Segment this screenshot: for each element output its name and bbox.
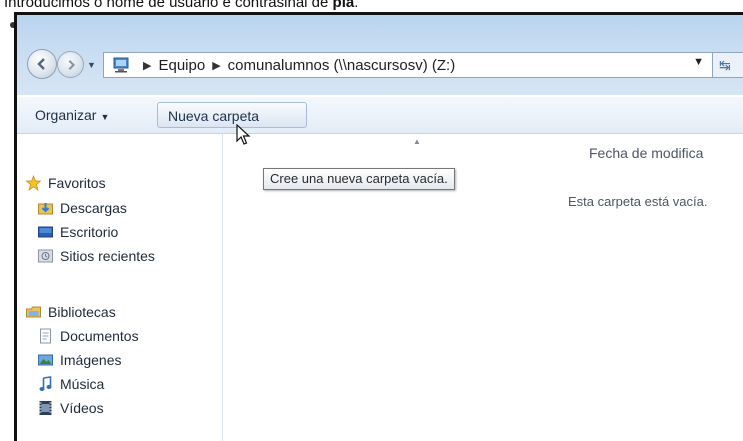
caption: Introducimos o nome de usuario e contras… — [4, 0, 358, 12]
forward-button[interactable] — [57, 51, 84, 78]
explorer-window: ▼ ▶ Equipo ▶ comunalumnos (\\nascursosv)… — [14, 12, 743, 441]
breadcrumb-drive[interactable]: comunalumnos (\\nascursosv) (Z:) — [228, 57, 456, 74]
back-button[interactable] — [27, 49, 57, 79]
nav-item-musica[interactable]: Música — [37, 374, 104, 394]
nav-item-label: Vídeos — [60, 400, 104, 416]
refresh-icon: ↹ — [719, 57, 731, 73]
recent-pages-chevron-icon[interactable]: ▼ — [87, 60, 96, 70]
mouse-cursor-icon — [236, 124, 251, 145]
organize-menu[interactable]: Organizar ▼ — [25, 102, 119, 128]
address-bar[interactable]: ▶ Equipo ▶ comunalumnos (\\nascursosv) (… — [103, 52, 713, 78]
empty-folder-message: Esta carpeta está vacía. — [568, 194, 708, 209]
nav-favorites-label: Favoritos — [48, 175, 106, 191]
music-note-icon — [39, 376, 52, 391]
nav-item-imagenes[interactable]: Imágenes — [37, 350, 121, 370]
back-arrow-icon — [37, 58, 45, 70]
nav-item-descargas[interactable]: Descargas — [37, 198, 127, 218]
desktop-icon — [38, 226, 53, 238]
downloads-folder-icon — [38, 203, 53, 215]
refresh-button[interactable]: ↹ — [713, 52, 743, 78]
address-dropdown-icon[interactable]: ▼ — [693, 56, 704, 68]
nav-item-label: Documentos — [60, 328, 139, 344]
caption-text: Introducimos o nome de usuario e contras… — [4, 0, 333, 11]
sort-indicator-icon: ▲ — [413, 137, 421, 146]
breadcrumb-separator-icon[interactable]: ▶ — [212, 59, 220, 72]
nav-item-label: Música — [60, 376, 105, 392]
libraries-folder-icon — [26, 306, 41, 318]
breadcrumb-equipo[interactable]: Equipo — [158, 57, 205, 74]
nav-item-label: Descargas — [60, 200, 127, 216]
nav-item-label: Escritorio — [60, 224, 119, 240]
caption-suffix: . — [354, 0, 359, 11]
organize-label: Organizar — [35, 107, 97, 123]
nav-libraries-label: Bibliotecas — [48, 304, 116, 320]
caption-bold-text: pla — [332, 0, 355, 11]
navigation-pane: Favoritos Descargas Escritorio Sitios re… — [17, 134, 223, 441]
new-folder-label: Nueva carpeta — [168, 108, 260, 124]
chevron-down-icon: ▼ — [100, 112, 110, 122]
pictures-icon — [38, 354, 53, 366]
command-bar: Organizar ▼ Nueva carpeta — [17, 97, 743, 134]
window-chrome: ▼ ▶ Equipo ▶ comunalumnos (\\nascursosv)… — [17, 15, 743, 95]
nav-item-videos[interactable]: Vídeos — [37, 398, 104, 418]
nav-item-label: Imágenes — [60, 352, 122, 368]
nav-item-escritorio[interactable]: Escritorio — [37, 222, 118, 242]
nav-libraries[interactable]: Bibliotecas — [25, 302, 116, 322]
file-list[interactable]: ▲ Fecha de modifica Esta carpeta está va… — [223, 134, 743, 441]
documents-icon — [40, 328, 51, 344]
nav-item-label: Sitios recientes — [60, 248, 155, 264]
computer-icon — [113, 57, 129, 73]
nav-favorites[interactable]: Favoritos — [25, 173, 106, 193]
column-header-date-modified[interactable]: Fecha de modifica — [589, 145, 703, 161]
nav-item-documentos[interactable]: Documentos — [37, 326, 139, 346]
tooltip: Cree una nueva carpeta vacía. — [263, 168, 455, 190]
recent-places-icon — [38, 249, 53, 263]
videos-icon — [39, 401, 52, 415]
forward-arrow-icon — [68, 59, 76, 71]
new-folder-button[interactable]: Nueva carpeta — [157, 102, 307, 128]
breadcrumb-separator-icon[interactable]: ▶ — [143, 59, 151, 72]
star-icon — [25, 175, 42, 191]
nav-item-sitios-recientes[interactable]: Sitios recientes — [37, 246, 155, 266]
